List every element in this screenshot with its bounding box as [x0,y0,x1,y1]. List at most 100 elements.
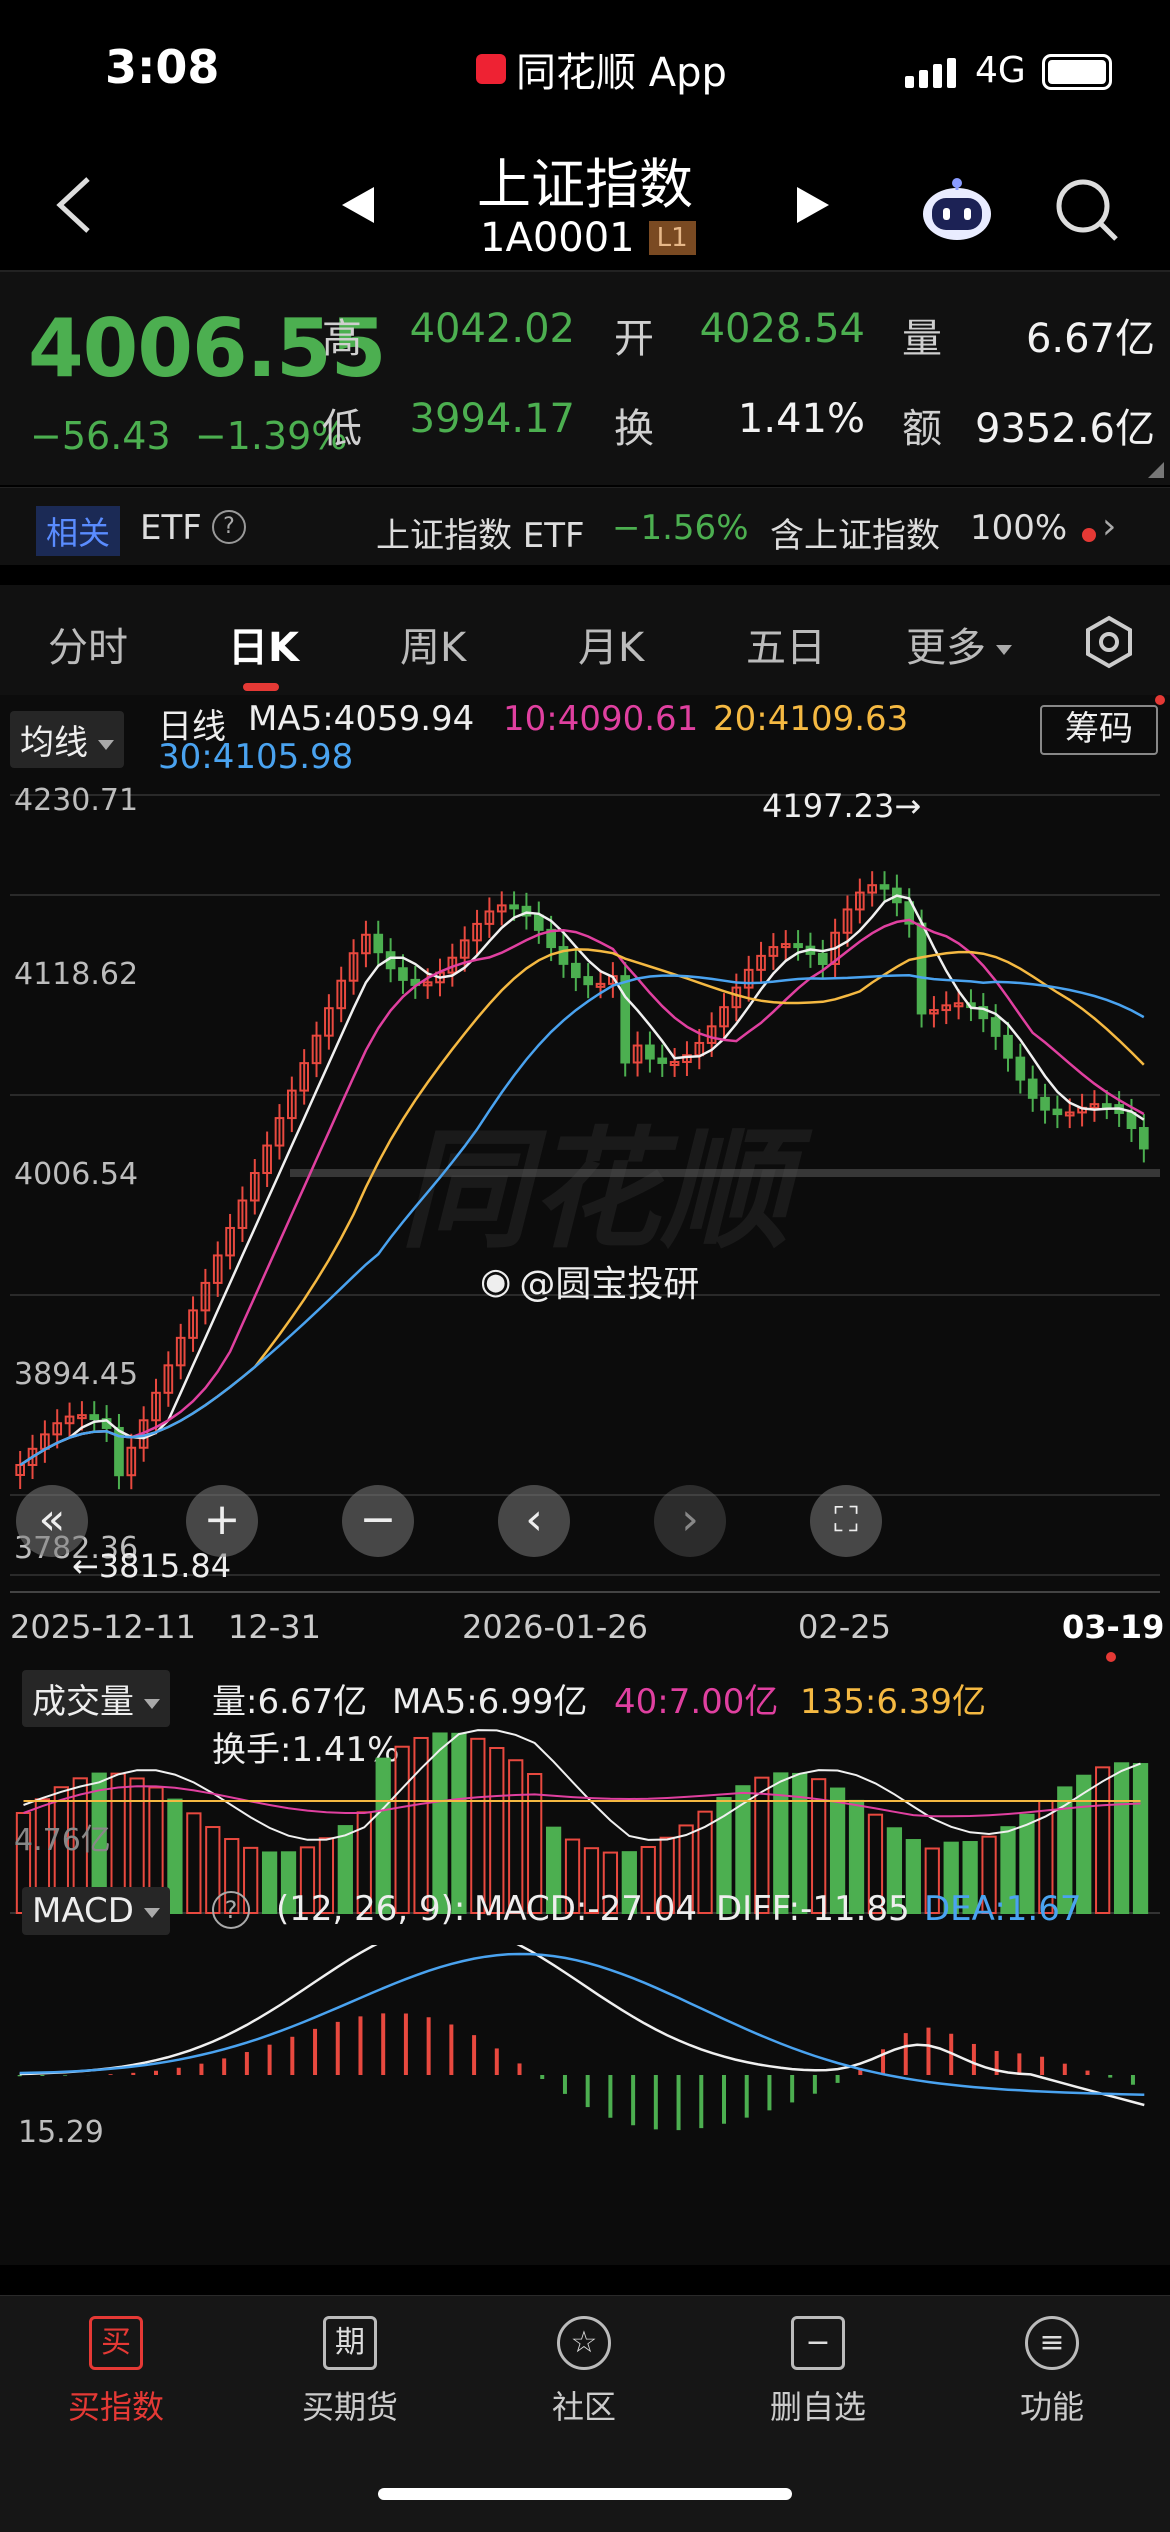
candle-body [398,967,408,981]
y-axis-label: 4118.62 [14,957,139,992]
turnover-label: 换 [614,406,654,452]
period-tabs: 分时 日K 周K 月K 五日 更多 [0,585,1170,695]
app-name: 同花顺 App [516,50,727,96]
zoom-in-button[interactable]: + [186,1485,258,1557]
date-ticks [10,1591,1160,1593]
candle-body [879,884,890,890]
caret-down-icon [98,739,114,750]
volume-chart[interactable] [0,1725,1170,1915]
related-etf-bar[interactable]: 相关 ETF ? 上证指数 ETF −1.56% 含上证指数 100% › [0,487,1170,565]
volume-bar [432,1732,448,1915]
volume-bar [451,1732,467,1914]
volume-ma40: 40:7.00亿 [614,1682,779,1722]
active-tab-indicator [243,683,279,691]
chevron-right-icon[interactable]: › [1102,506,1116,547]
amount-value: 9352.6亿 [975,406,1155,452]
volume-bar [261,1851,278,1914]
candle-body [657,1057,668,1064]
tab-weekly-k[interactable]: 周K [400,615,466,673]
change-value: −56.43 [30,414,171,458]
zoom-out-button[interactable]: − [342,1485,414,1557]
candle-body [645,1044,655,1060]
open-value: 4028.54 [699,306,865,352]
candle-body [583,976,594,986]
weibo-icon: ◉ [480,1260,512,1302]
tab-five-day[interactable]: 五日 [746,615,826,673]
functions-button[interactable]: ≡ 功能 [962,2316,1142,2428]
chip-distribution-button[interactable]: 筹码 [1040,705,1158,755]
high-marker-label: 4197.23→ [762,787,922,825]
caret-down-icon [144,1698,160,1709]
settings-hexagon-icon[interactable] [1082,615,1136,669]
candle-body [1052,1108,1063,1116]
buy-futures-label: 买期货 [301,2388,398,2426]
status-time: 3:08 [105,40,220,94]
help-icon[interactable]: ? [212,510,246,544]
app-logo-icon [476,54,506,84]
remove-watchlist-button[interactable]: − 删自选 [728,2316,908,2428]
related-tag: 相关 [36,506,121,556]
menu-icon: ≡ [1025,2316,1079,2370]
level-badge: L1 [648,221,696,255]
low-label: 低 [322,406,362,452]
candlestick-chart[interactable] [0,775,1170,1595]
chart-area: 均线 日线 MA5:4059.94 10:4090.61 20:4109.63 … [0,695,1170,2265]
candle-body [570,962,581,979]
volume-bar [1113,1762,1130,1915]
high-value: 4042.02 [409,306,575,352]
tab-more[interactable]: 更多 [906,615,1012,673]
tab-more-label: 更多 [906,625,986,671]
fullscreen-button[interactable]: ⛶ [810,1485,882,1557]
battery-icon [1042,54,1112,90]
low-value: 3994.17 [409,396,575,442]
macd-chart[interactable] [0,1945,1170,2145]
functions-label: 功能 [1019,2388,1084,2426]
expand-corner-icon[interactable] [1148,462,1164,478]
volume-selector[interactable]: 成交量 [22,1670,170,1727]
candle-body [916,922,927,1015]
ma10-legend: 10:4090.61 [503,699,699,739]
search-icon[interactable] [1053,176,1119,242]
date-label: 2026-01-26 [462,1608,648,1646]
ma10-line [19,918,1145,1467]
candle-body [533,914,544,931]
etf-name[interactable]: 上证指数 ETF [376,508,585,557]
scroll-right-button[interactable]: › [654,1485,726,1557]
buy-index-label: 买指数 [67,2388,164,2426]
community-button[interactable]: ☆ 社区 [494,2316,674,2428]
ma-selector[interactable]: 均线 [10,711,124,768]
ai-assistant-robot-icon[interactable] [918,178,996,242]
rewind-button[interactable]: « [16,1485,88,1557]
candle-body [1015,1056,1026,1081]
notification-dot [1082,528,1096,542]
macd-selector[interactable]: MACD [22,1887,170,1935]
caret-down-icon [996,645,1012,655]
tab-intraday[interactable]: 分时 [48,615,128,673]
volume-axis-label: 4.76亿 [14,1823,111,1858]
date-label: 2025-12-11 [10,1608,196,1646]
candle-body [373,933,384,954]
high-label: 高 [322,316,362,362]
buy-futures-button[interactable]: 期 买期货 [260,2316,440,2428]
tab-monthly-k[interactable]: 月K [578,615,644,673]
author-name: @圆宝投研 [519,1264,700,1305]
volume-bar [1095,1766,1111,1914]
dea-value: DEA:1.67 [924,1889,1082,1929]
ma5-legend: MA5:4059.94 [248,699,475,739]
volume-bar [167,1798,183,1914]
current-date-dot [1106,1652,1116,1662]
macd-help-icon[interactable]: ? [212,1891,250,1929]
tab-daily-k[interactable]: 日K [228,615,299,673]
volume-bar [1132,1763,1149,1914]
etf-label: ETF [140,508,202,548]
buy-icon: 买 [89,2316,143,2370]
candle-body [1101,1103,1112,1109]
y-axis-label: 4230.71 [14,783,139,818]
volume-bar [470,1737,486,1915]
scroll-left-button[interactable]: ‹ [498,1485,570,1557]
stock-code: 1A0001 [480,215,635,261]
candle-body [990,1017,1001,1037]
buy-index-button[interactable]: 买 买指数 [26,2316,206,2428]
macd-value: MACD:-27.04 [474,1889,697,1929]
candle-body [793,943,803,949]
